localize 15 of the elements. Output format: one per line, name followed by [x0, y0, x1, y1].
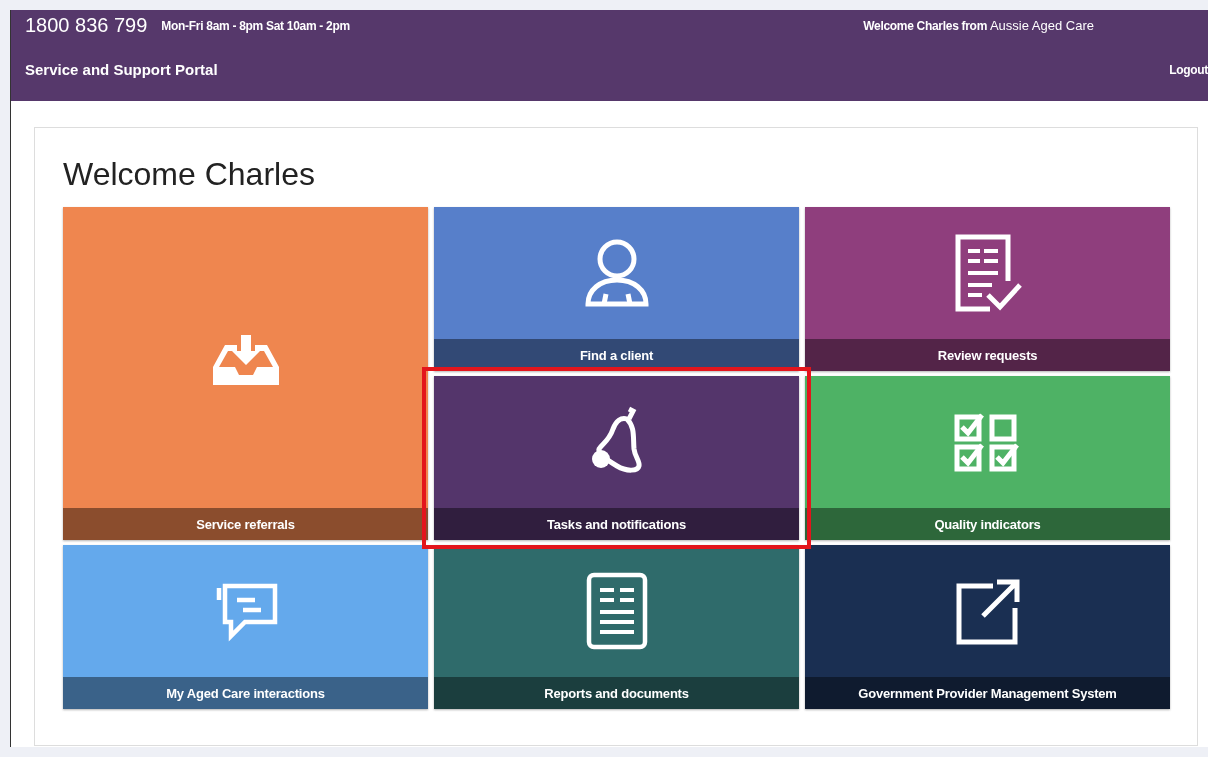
menu-tile[interactable]: My Aged Care interactions [63, 545, 428, 709]
menu-tile[interactable]: Quality indicators [805, 376, 1170, 540]
menu-tile[interactable]: Government Provider Management System [805, 545, 1170, 709]
opening-hours: Mon-Fri 8am - 8pm Sat 10am - 2pm [161, 18, 350, 33]
person-icon [583, 238, 650, 308]
portal-title: Service and Support Portal [25, 61, 218, 78]
menu-tile[interactable]: Service referrals [63, 207, 428, 540]
logout-link[interactable]: Logout [1169, 62, 1208, 77]
menu-tile[interactable]: Review requests [805, 207, 1170, 371]
document-icon [585, 572, 648, 650]
checklist-icon [953, 411, 1022, 473]
welcome-heading: Welcome Charles [63, 156, 316, 193]
menu-tile[interactable]: Tasks and notifications [434, 376, 799, 540]
phone-number: 1800 836 799 [25, 14, 148, 37]
welcome-text: Welcome Charles from Aussie Aged Care [863, 18, 1094, 33]
